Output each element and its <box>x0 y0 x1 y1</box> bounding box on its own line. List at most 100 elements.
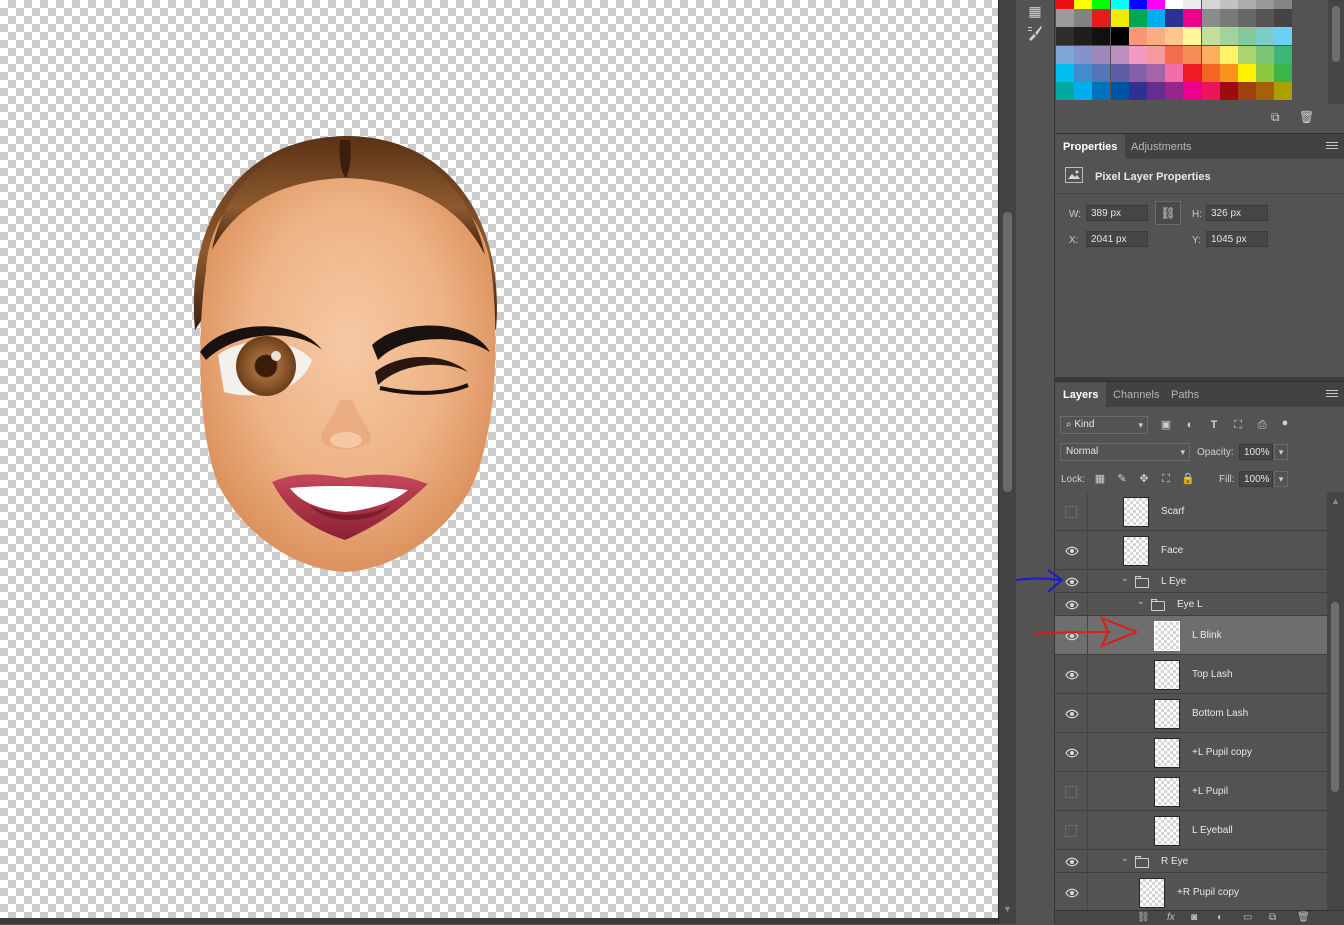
layer-style-icon[interactable]: fx <box>1167 912 1175 923</box>
brush-presets-icon[interactable] <box>1024 24 1046 46</box>
color-swatch[interactable] <box>1092 82 1111 100</box>
fill-chevron-icon[interactable]: ▾ <box>1274 471 1288 487</box>
document-canvas[interactable] <box>0 0 998 924</box>
visibility-toggle[interactable] <box>1065 824 1077 837</box>
color-swatch[interactable] <box>1238 27 1256 46</box>
opacity-field[interactable]: 100% <box>1239 444 1273 460</box>
color-swatch[interactable] <box>1274 63 1293 82</box>
color-swatch[interactable] <box>1110 0 1129 9</box>
color-swatch[interactable] <box>1128 63 1147 82</box>
color-swatch[interactable] <box>1092 63 1111 82</box>
adjustment-layer-icon[interactable]: ◐ <box>1217 912 1223 923</box>
color-swatch[interactable] <box>1274 9 1293 28</box>
color-swatch[interactable] <box>1056 9 1074 28</box>
scroll-down-icon[interactable]: ▼ <box>1003 904 1012 914</box>
scroll-up-icon[interactable]: ▲ <box>1331 496 1340 506</box>
color-swatch[interactable] <box>1274 82 1293 100</box>
new-layer-icon[interactable]: ⧉ <box>1269 912 1276 923</box>
color-swatch[interactable] <box>1256 63 1275 82</box>
color-swatch[interactable] <box>1147 63 1165 82</box>
canvas-scroll-thumb[interactable] <box>1003 212 1012 492</box>
filter-pixel-icon[interactable]: ▣ <box>1158 417 1174 433</box>
eye-icon[interactable] <box>1065 888 1079 898</box>
color-swatch[interactable] <box>1201 63 1220 82</box>
layer-group-row[interactable]: ⌄ R Eye <box>1055 850 1327 873</box>
color-swatch[interactable] <box>1110 45 1129 64</box>
filter-shape-icon[interactable]: ⛶ <box>1230 417 1246 433</box>
opacity-chevron-icon[interactable]: ▾ <box>1274 444 1288 460</box>
canvas-vertical-scrollbar[interactable]: ▼ <box>998 0 1016 924</box>
color-swatch[interactable] <box>1110 9 1129 28</box>
delete-swatch-icon[interactable]: 🗑 <box>1299 110 1314 124</box>
color-swatch[interactable] <box>1128 82 1147 100</box>
color-swatch[interactable] <box>1183 82 1202 100</box>
color-swatch[interactable] <box>1074 45 1093 64</box>
color-swatch[interactable] <box>1147 27 1165 46</box>
link-dimensions-icon[interactable]: ⛓ <box>1155 201 1181 225</box>
color-swatch[interactable] <box>1201 82 1220 100</box>
color-swatch[interactable] <box>1092 0 1111 9</box>
color-swatch[interactable] <box>1056 45 1074 64</box>
color-swatch[interactable] <box>1256 45 1275 64</box>
color-swatch[interactable] <box>1074 82 1093 100</box>
visibility-toggle[interactable] <box>1065 785 1077 798</box>
tab-paths[interactable]: Paths <box>1163 382 1207 408</box>
tab-adjustments[interactable]: Adjustments <box>1123 134 1200 160</box>
filter-adjustment-icon[interactable]: ◐ <box>1182 417 1198 433</box>
color-swatch[interactable] <box>1238 63 1256 82</box>
layers-scroll-thumb[interactable] <box>1331 602 1339 792</box>
color-swatch[interactable] <box>1238 9 1256 28</box>
color-swatch[interactable] <box>1092 45 1111 64</box>
eye-icon[interactable] <box>1065 857 1079 867</box>
lock-artboard-icon[interactable]: ⛶ <box>1158 471 1174 487</box>
color-swatch[interactable] <box>1056 0 1074 9</box>
blend-mode-dropdown[interactable]: Normal ▾ <box>1060 443 1190 461</box>
layer-row[interactable]: +L Pupil <box>1055 772 1327 811</box>
color-swatch[interactable] <box>1092 9 1111 28</box>
color-swatch[interactable] <box>1183 45 1202 64</box>
tab-layers[interactable]: Layers <box>1055 382 1107 408</box>
color-swatch[interactable] <box>1074 0 1093 9</box>
layer-row[interactable]: L Eyeball <box>1055 811 1327 850</box>
color-swatch[interactable] <box>1165 45 1184 64</box>
color-swatch[interactable] <box>1128 9 1147 28</box>
layer-row[interactable]: Top Lash <box>1055 655 1327 694</box>
eye-icon[interactable] <box>1065 670 1079 680</box>
add-mask-icon[interactable]: ◙ <box>1191 912 1197 923</box>
new-swatch-icon[interactable]: ⧉ <box>1271 110 1280 125</box>
color-swatch[interactable] <box>1256 0 1275 9</box>
color-swatch[interactable] <box>1274 0 1293 9</box>
color-swatch[interactable] <box>1110 82 1129 100</box>
lock-transparency-icon[interactable]: ▦ <box>1092 471 1108 487</box>
color-swatch[interactable] <box>1274 27 1293 46</box>
eye-icon[interactable] <box>1065 709 1079 719</box>
color-swatch[interactable] <box>1183 63 1202 82</box>
color-swatch[interactable] <box>1128 0 1147 9</box>
color-swatch[interactable] <box>1183 27 1202 46</box>
color-swatch[interactable] <box>1219 82 1238 100</box>
color-swatch[interactable] <box>1201 45 1220 64</box>
color-swatch[interactable] <box>1165 0 1184 9</box>
fill-field[interactable]: 100% <box>1239 471 1273 487</box>
layer-filter-dropdown[interactable]: ⌕ Kind ▾ <box>1060 416 1148 434</box>
lock-image-pixels-icon[interactable]: ✎ <box>1114 471 1130 487</box>
layer-row[interactable]: Scarf <box>1055 492 1327 531</box>
color-swatch[interactable] <box>1147 82 1165 100</box>
swatches-panel-icon[interactable]: ▦ <box>1024 0 1046 22</box>
color-swatch[interactable] <box>1110 27 1129 46</box>
color-swatch[interactable] <box>1147 9 1165 28</box>
color-swatch[interactable] <box>1147 0 1165 9</box>
height-field[interactable]: 326 px <box>1206 205 1268 221</box>
color-swatch[interactable] <box>1238 0 1256 9</box>
lock-all-icon[interactable]: 🔒 <box>1180 471 1196 487</box>
eye-icon[interactable] <box>1065 546 1079 556</box>
color-swatch[interactable] <box>1219 63 1238 82</box>
width-field[interactable]: 389 px <box>1086 205 1148 221</box>
color-swatch[interactable] <box>1256 82 1275 100</box>
eye-icon[interactable] <box>1065 748 1079 758</box>
color-swatch[interactable] <box>1165 63 1184 82</box>
layer-row[interactable]: +R Pupil copy <box>1055 873 1327 910</box>
color-swatch[interactable] <box>1256 27 1275 46</box>
color-swatch[interactable] <box>1074 9 1093 28</box>
lock-position-icon[interactable]: ✥ <box>1136 471 1152 487</box>
